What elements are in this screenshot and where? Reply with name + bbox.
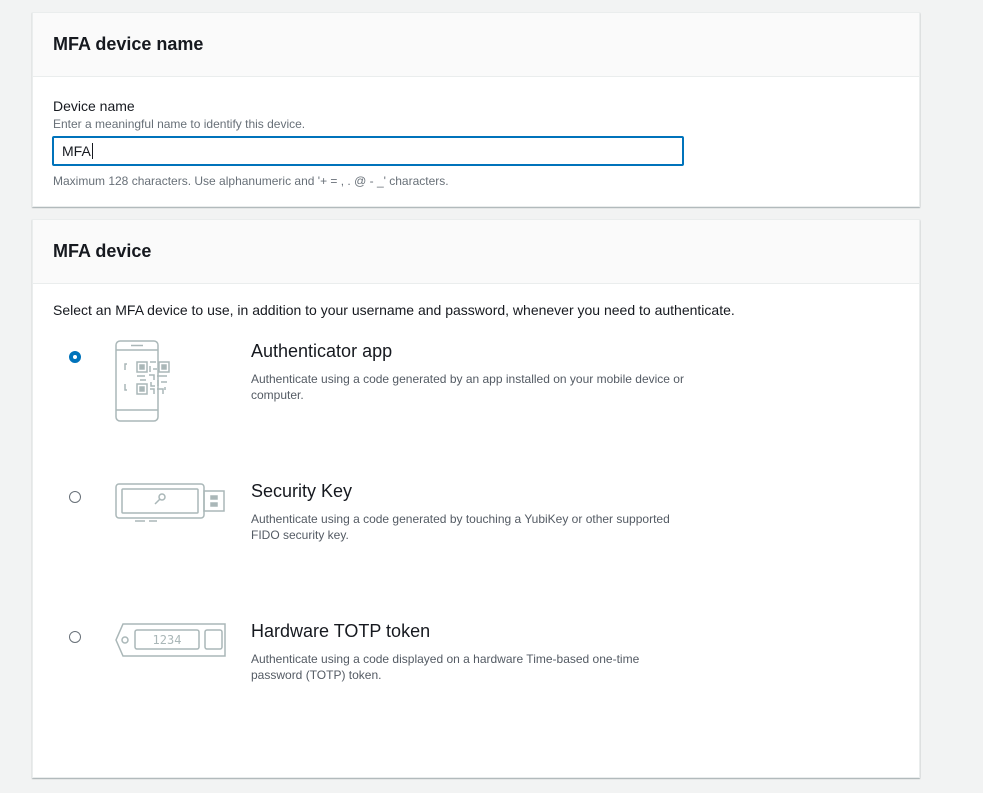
option-description: Authenticate using a code generated by t… (251, 512, 670, 542)
option-hardware-totp-token[interactable]: 1234 Hardware TOTP token Authenticate us… (33, 618, 919, 738)
field-constraint-text: Maximum 128 characters. Use alphanumeric… (53, 174, 449, 188)
panel-title: MFA device name (53, 34, 204, 54)
option-title: Hardware TOTP token (251, 621, 431, 641)
totp-display-text: 1234 (153, 633, 182, 647)
device-name-field: Device name Enter a meaningful name to i… (52, 97, 693, 189)
panel-header: MFA device name (33, 13, 919, 77)
option-security-key[interactable]: Security Key Authenticate using a code g… (33, 478, 919, 598)
totp-token-icon: 1234 (113, 620, 229, 665)
panel-header: MFA device (33, 220, 919, 284)
phone-qr-icon (113, 340, 173, 429)
option-authenticator-app[interactable]: Authenticator app Authenticate using a c… (33, 338, 919, 458)
device-name-input[interactable]: MFA (52, 136, 684, 166)
field-label: Device name (53, 98, 135, 114)
usb-key-icon (113, 481, 229, 528)
option-description: Authenticate using a code generated by a… (251, 372, 684, 402)
text-caret (91, 143, 93, 159)
option-title: Security Key (251, 481, 353, 501)
radio-authenticator-app[interactable] (69, 351, 81, 363)
field-description: Enter a meaningful name to identify this… (53, 117, 306, 131)
mfa-device-name-panel: MFA device name Device name Enter a mean… (32, 12, 920, 207)
radio-security-key[interactable] (69, 491, 81, 503)
mfa-device-panel: MFA device Select an MFA device to use, … (32, 219, 920, 778)
panel-title: MFA device (53, 241, 152, 261)
option-title: Authenticator app (251, 341, 393, 361)
device-name-input-value: MFA (62, 143, 91, 159)
radio-hardware-totp-token[interactable] (69, 631, 81, 643)
mfa-device-intro: Select an MFA device to use, in addition… (53, 302, 735, 318)
option-description: Authenticate using a code displayed on a… (251, 652, 640, 682)
